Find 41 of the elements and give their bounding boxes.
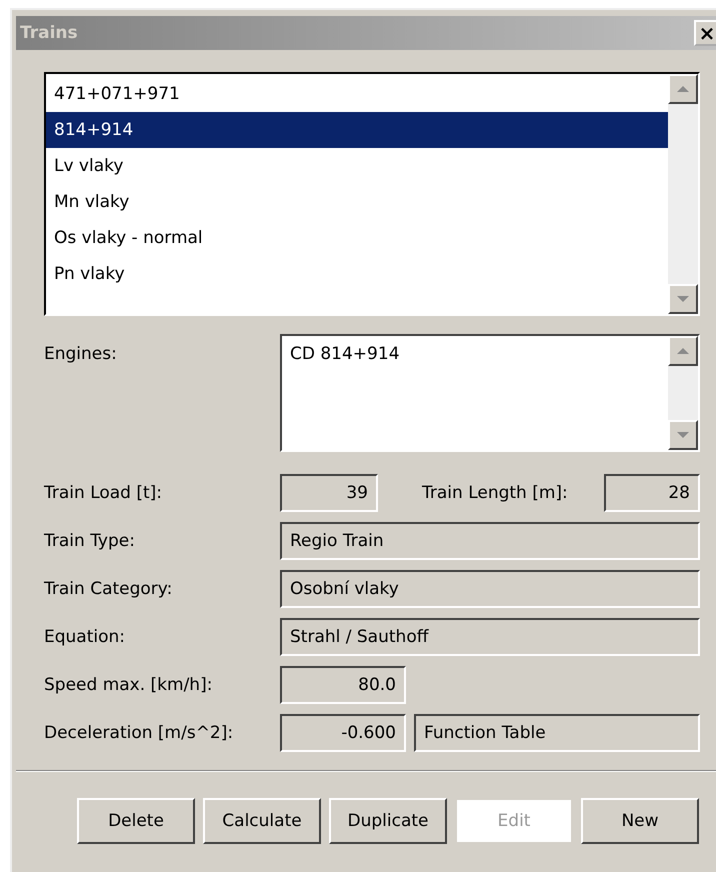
scrollbar[interactable] [668, 74, 698, 314]
train-list-item[interactable]: Pn vlaky [46, 256, 668, 292]
action-button[interactable]: New [581, 798, 699, 844]
action-button[interactable]: Duplicate [329, 798, 447, 844]
scroll-down-button[interactable] [668, 284, 698, 314]
action-button[interactable]: Calculate [203, 798, 321, 844]
down-arrow-icon [676, 431, 690, 439]
field-label: Train Type: [44, 531, 136, 551]
field-label: Train Category: [44, 579, 174, 599]
value-field: Function Table [414, 714, 700, 752]
train-list[interactable]: 471+071+971 814+914 Lv vlaky Mn vlaky Os vlaky - normal Pn vlaky [44, 72, 700, 316]
train-list-item[interactable]: 814+914 [46, 112, 668, 148]
close-button[interactable]: × [694, 20, 716, 46]
scroll-up-button[interactable] [668, 74, 698, 104]
window-title: Trains [20, 23, 78, 43]
scrollbar[interactable] [668, 336, 698, 450]
engine-list-item[interactable]: CD 814+914 [282, 338, 668, 370]
field-label: Train Length [m]: [422, 483, 569, 503]
value-field: Regio Train [280, 522, 700, 560]
field-label: Equation: [44, 627, 126, 647]
train-list-item[interactable]: Mn vlaky [46, 184, 668, 220]
field-label: Deceleration [m/s^2]: [44, 723, 234, 743]
value-field: Osobní vlaky [280, 570, 700, 608]
down-arrow-icon [676, 295, 690, 303]
train-list-item[interactable]: 471+071+971 [46, 76, 668, 112]
up-arrow-icon [676, 85, 690, 93]
train-list-item[interactable]: Lv vlaky [46, 148, 668, 184]
scroll-down-button[interactable] [668, 420, 698, 450]
engines-list[interactable]: CD 814+914 [280, 334, 700, 452]
value-field: 80.0 [280, 666, 406, 704]
scroll-up-button[interactable] [668, 336, 698, 366]
train-list-item[interactable]: Os vlaky - normal [46, 220, 668, 256]
value-field: 39 [280, 474, 378, 512]
action-button[interactable]: Delete [77, 798, 195, 844]
value-field: -0.600 [280, 714, 406, 752]
value-field: Strahl / Sauthoff [280, 618, 700, 656]
up-arrow-icon [676, 347, 690, 355]
field-label: Speed max. [km/h]: [44, 675, 214, 695]
field-label: Engines: [44, 343, 118, 364]
field-label: Train Load [t]: [44, 483, 164, 503]
value-field: 28 [604, 474, 700, 512]
